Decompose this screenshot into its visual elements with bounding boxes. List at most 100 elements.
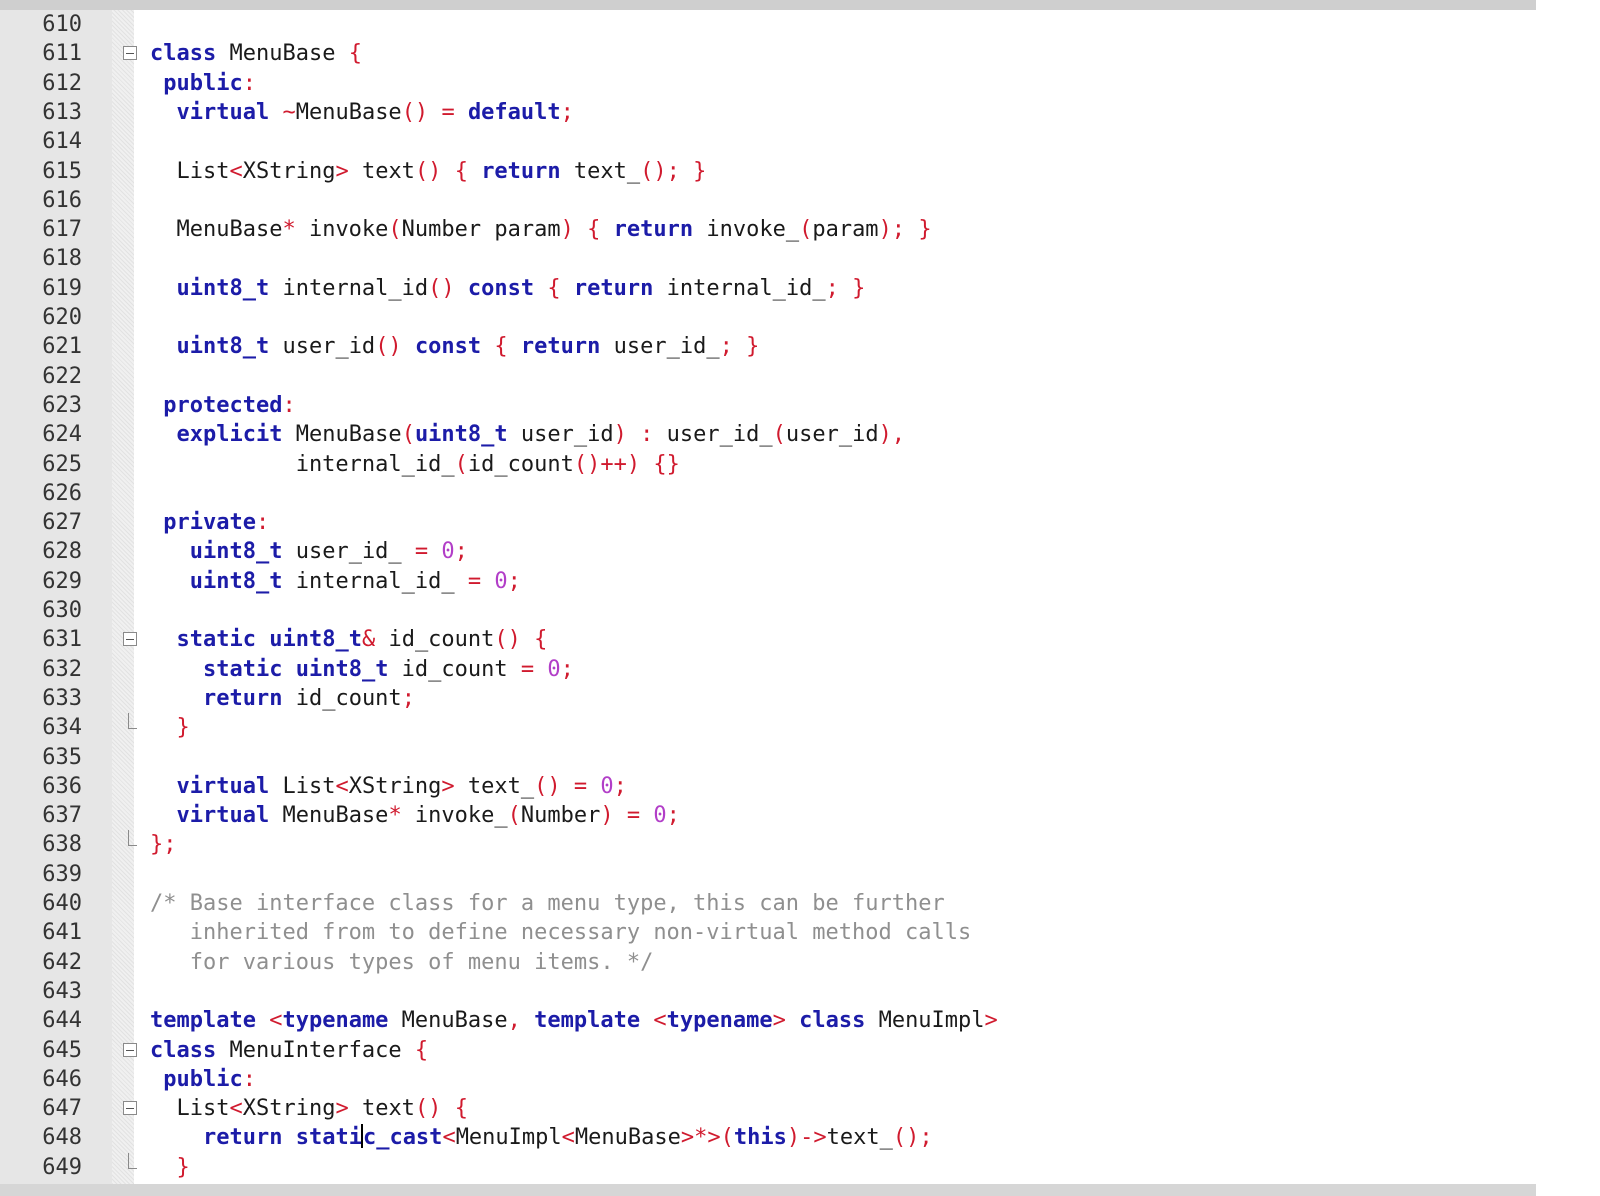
code-text[interactable]: virtual ~MenuBase() = default; (150, 98, 574, 127)
code-line[interactable]: 643 (0, 977, 1536, 1006)
line-number: 632 (42, 656, 82, 682)
code-text[interactable]: public: (150, 1065, 256, 1094)
code-text[interactable]: MenuBase* invoke(Number param) { return … (150, 215, 931, 244)
code-text[interactable]: uint8_t internal_id_ = 0; (150, 567, 521, 596)
code-text[interactable]: } (150, 713, 190, 742)
fold-collapse-icon[interactable] (123, 1101, 137, 1116)
line-number: 642 (42, 949, 82, 975)
code-line[interactable]: 648 return static_cast<MenuImpl<MenuBase… (0, 1123, 1536, 1152)
code-text[interactable]: private: (150, 508, 269, 537)
code-line[interactable]: 611 class MenuBase { (0, 39, 1536, 68)
code-text[interactable]: class MenuBase { (150, 39, 362, 68)
code-line[interactable]: 641 inherited from to define necessary n… (0, 918, 1536, 947)
code-token: static (176, 627, 256, 653)
code-token: () (414, 158, 442, 184)
code-line[interactable]: 620 (0, 303, 1536, 332)
code-token: () (401, 99, 429, 125)
code-token: class (150, 41, 217, 67)
code-line[interactable]: 613 virtual ~MenuBase() = default; (0, 98, 1536, 127)
code-line[interactable]: 640 /* Base interface class for a menu ty… (0, 889, 1536, 918)
code-line[interactable]: 630 (0, 596, 1536, 625)
code-line[interactable]: 610 (0, 10, 1536, 39)
code-line[interactable]: 615 List<XString> text() { return text_(… (0, 157, 1536, 186)
code-line[interactable]: 612 public: (0, 69, 1536, 98)
code-line[interactable]: 616 (0, 186, 1536, 215)
code-token: param (812, 217, 879, 243)
code-line[interactable]: 636 virtual List<XString> text_() = 0; (0, 772, 1536, 801)
code-text[interactable]: public: (150, 69, 256, 98)
code-token: { (587, 217, 601, 243)
code-line[interactable]: 617 MenuBase* invoke(Number param) { ret… (0, 215, 1536, 244)
line-number: 619 (42, 275, 82, 301)
code-line[interactable]: 626 (0, 479, 1536, 508)
code-text[interactable]: static uint8_t& id_count() { (150, 625, 548, 654)
code-line[interactable]: 646 public: (0, 1065, 1536, 1094)
line-number: 617 (42, 217, 82, 243)
code-line[interactable]: 624 explicit MenuBase(uint8_t user_id) :… (0, 420, 1536, 449)
code-text[interactable]: return static_cast<MenuImpl<MenuBase>*>(… (150, 1123, 933, 1152)
code-text[interactable]: } (150, 1153, 190, 1182)
code-text[interactable]: explicit MenuBase(uint8_t user_id) : use… (150, 420, 906, 449)
code-text[interactable]: virtual MenuBase* invoke_(Number) = 0; (150, 801, 680, 830)
fold-collapse-icon[interactable] (123, 632, 137, 647)
code-text[interactable]: List<XString> text() { (150, 1094, 467, 1123)
code-line[interactable]: 632 static uint8_t id_count = 0; (0, 655, 1536, 684)
code-text[interactable]: uint8_t internal_id() const { return int… (150, 274, 866, 303)
code-token: { (547, 275, 561, 301)
code-line[interactable]: 642 for various types of menu items. */ (0, 948, 1536, 977)
code-text[interactable]: return id_count; (150, 684, 415, 713)
line-number: 640 (42, 891, 82, 916)
code-token: > (984, 1008, 998, 1034)
code-line[interactable]: 621 uint8_t user_id() const { return use… (0, 332, 1536, 361)
code-line[interactable]: 619 uint8_t internal_id() const { return… (0, 274, 1536, 303)
code-line[interactable]: 637 virtual MenuBase* invoke_(Number) = … (0, 801, 1536, 830)
code-line[interactable]: 618 (0, 244, 1536, 273)
code-text[interactable]: }; (150, 830, 177, 859)
fold-collapse-icon[interactable] (123, 46, 137, 61)
code-token: id_count (375, 627, 495, 653)
code-line[interactable]: 628 uint8_t user_id_ = 0; (0, 537, 1536, 566)
code-line[interactable]: 645 class MenuInterface { (0, 1036, 1536, 1065)
code-text[interactable]: static uint8_t id_count = 0; (150, 655, 574, 684)
code-line[interactable]: 622 (0, 362, 1536, 391)
code-text[interactable]: virtual List<XString> text_() = 0; (150, 772, 627, 801)
fold-end-marker-icon (128, 830, 137, 847)
line-number: 648 (42, 1125, 82, 1151)
code-editor[interactable]: 610 611 class MenuBase {612 public: 613 vir… (0, 10, 1536, 1184)
code-line[interactable]: 614 (0, 127, 1536, 156)
code-text[interactable]: class MenuInterface { (150, 1036, 428, 1065)
code-token: )-> (786, 1125, 827, 1151)
code-line[interactable]: 625 internal_id_(id_count()++) {} (0, 450, 1536, 479)
code-line[interactable]: 649 } (0, 1152, 1536, 1182)
code-token: c_cast (362, 1125, 443, 1151)
code-token: } (176, 715, 190, 741)
code-text[interactable]: template <typename MenuBase, template <t… (150, 1006, 998, 1035)
fold-collapse-icon[interactable] (123, 1042, 137, 1057)
code-line[interactable]: 647 List<XString> text() { (0, 1094, 1536, 1123)
code-text[interactable]: uint8_t user_id() const { return user_id… (150, 332, 760, 361)
code-line[interactable]: 633 return id_count; (0, 684, 1536, 713)
code-token: MenuBase (150, 217, 283, 243)
code-text[interactable]: protected: (150, 391, 295, 420)
horizontal-scrollbar[interactable] (0, 1184, 1536, 1196)
code-line[interactable]: 639 (0, 860, 1536, 889)
code-line[interactable]: 634 } (0, 713, 1536, 742)
code-line[interactable]: 623 protected: (0, 391, 1536, 420)
code-line[interactable]: 635 (0, 743, 1536, 772)
code-text[interactable]: uint8_t user_id_ = 0; (150, 537, 468, 566)
code-text[interactable]: internal_id_(id_count()++) {} (150, 450, 680, 479)
code-line[interactable]: 629 uint8_t internal_id_ = 0; (0, 567, 1536, 596)
code-text[interactable]: List<XString> text() { return text_(); } (150, 157, 706, 186)
line-number: 633 (42, 685, 82, 711)
code-line[interactable]: 638}; (0, 830, 1536, 859)
code-text[interactable]: /* Base interface class for a menu type,… (150, 889, 945, 918)
code-line[interactable]: 627 private: (0, 508, 1536, 537)
code-line[interactable]: 631 static uint8_t& id_count() { (0, 625, 1536, 654)
code-text[interactable]: inherited from to define necessary non-v… (150, 918, 971, 947)
code-text[interactable]: for various types of menu items. */ (150, 948, 654, 977)
code-token: invoke_ (401, 803, 508, 829)
code-line[interactable]: 644 template <typename MenuBase, template… (0, 1006, 1536, 1035)
